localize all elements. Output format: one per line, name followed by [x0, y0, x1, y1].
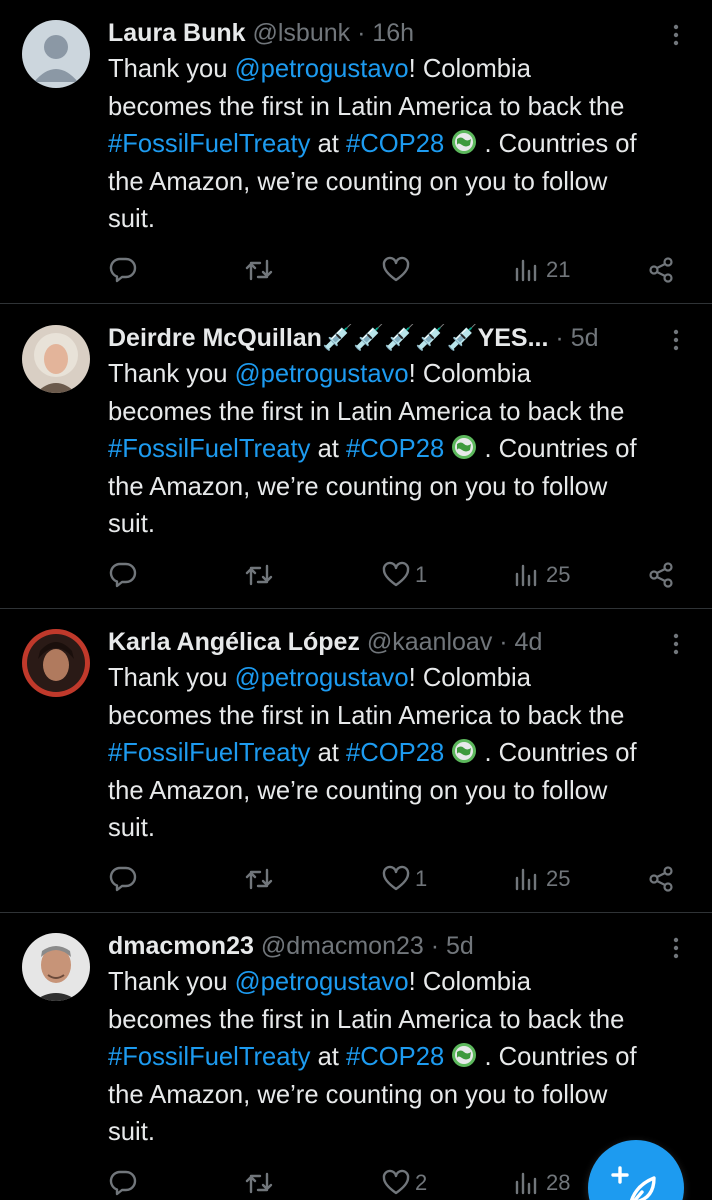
tweet-text: Thank you @petrogustavo! Colombia become… — [108, 55, 637, 233]
views-icon — [515, 1172, 537, 1195]
timestamp[interactable]: 5d — [446, 932, 474, 960]
share-icon — [649, 866, 673, 892]
views-icon — [515, 868, 537, 891]
repost-icon — [245, 868, 273, 890]
timestamp[interactable]: 5d — [571, 324, 599, 352]
display-name[interactable]: Laura Bunk — [108, 19, 246, 47]
reply-icon — [109, 1170, 137, 1196]
more-icon[interactable] — [666, 631, 686, 657]
cop28-globe-icon — [452, 435, 477, 459]
share-button[interactable] — [646, 557, 676, 593]
views-button[interactable]: 21 — [512, 252, 570, 288]
action-bar: 1 25 — [0, 861, 712, 897]
cop28-globe-icon — [452, 739, 477, 763]
more-icon[interactable] — [666, 935, 686, 961]
like-count: 1 — [415, 562, 428, 587]
view-count: 21 — [546, 257, 571, 282]
repost-button[interactable] — [244, 557, 274, 593]
separator: · — [423, 932, 447, 960]
views-button[interactable]: 25 — [512, 861, 570, 897]
mention-link[interactable]: @petrogustavo — [235, 360, 409, 388]
tweet-header: Karla Angélica López @kaanloav · 4d — [108, 626, 642, 658]
reply-button[interactable] — [108, 861, 138, 897]
hashtag-link[interactable]: #FossilFuelTreaty — [108, 130, 310, 158]
avatar[interactable] — [22, 20, 90, 88]
heart-icon — [382, 1169, 410, 1195]
tweet-text: Thank you @petrogustavo! Colombia become… — [108, 968, 637, 1146]
share-icon — [649, 257, 673, 283]
share-icon — [649, 562, 673, 588]
tweet[interactable]: Karla Angélica López @kaanloav · 4d Than… — [0, 609, 712, 913]
reply-button[interactable] — [108, 1165, 138, 1200]
handle[interactable]: @kaanloav — [367, 628, 492, 656]
tweet-text: Thank you @petrogustavo! Colombia become… — [108, 664, 637, 842]
reply-button[interactable] — [108, 557, 138, 593]
separator: · — [350, 19, 373, 47]
avatar[interactable] — [22, 629, 90, 697]
views-button[interactable]: 28 — [512, 1165, 570, 1200]
reply-icon — [109, 562, 137, 588]
handle[interactable]: @lsbunk — [252, 19, 350, 47]
tweet[interactable]: Deirdre McQuillan💉💉💉💉💉YES... · 5d Thank … — [0, 305, 712, 609]
avatar[interactable] — [22, 325, 90, 393]
repost-icon — [245, 564, 273, 586]
hashtag-link[interactable]: #COP28 — [346, 1043, 444, 1071]
separator: · — [555, 324, 571, 352]
display-name[interactable]: Karla Angélica López — [108, 628, 360, 656]
reply-button[interactable] — [108, 252, 138, 288]
views-icon — [515, 259, 537, 282]
mention-link[interactable]: @petrogustavo — [235, 55, 409, 83]
heart-icon — [382, 865, 410, 891]
like-count: 1 — [415, 866, 428, 891]
display-name[interactable]: dmacmon23 — [108, 932, 254, 960]
tweet-header: dmacmon23 @dmacmon23 · 5d — [108, 930, 642, 962]
views-icon — [515, 564, 537, 587]
handle[interactable]: @dmacmon23 — [261, 932, 424, 960]
repost-button[interactable] — [244, 861, 274, 897]
more-icon[interactable] — [666, 22, 686, 48]
cop28-globe-icon — [452, 1043, 477, 1067]
hashtag-link[interactable]: #COP28 — [346, 130, 444, 158]
compose-icon — [611, 1166, 656, 1200]
avatar[interactable] — [22, 933, 90, 1001]
timestamp[interactable]: 16h — [372, 19, 414, 47]
repost-button[interactable] — [244, 1165, 274, 1200]
repost-icon — [245, 259, 273, 281]
mention-link[interactable]: @petrogustavo — [235, 664, 409, 692]
hashtag-link[interactable]: #COP28 — [346, 435, 444, 463]
tweet-header: Deirdre McQuillan💉💉💉💉💉YES... · 5d — [108, 322, 642, 354]
mention-link[interactable]: @petrogustavo — [235, 968, 409, 996]
heart-icon — [382, 256, 410, 282]
share-button[interactable] — [646, 252, 676, 288]
more-icon[interactable] — [666, 327, 686, 353]
share-button[interactable] — [646, 861, 676, 897]
hashtag-link[interactable]: #FossilFuelTreaty — [108, 739, 310, 767]
display-name[interactable]: Deirdre McQuillan💉💉💉💉💉YES... — [108, 324, 548, 352]
like-button[interactable]: 2 — [381, 1165, 427, 1200]
tweet-text: Thank you @petrogustavo! Colombia become… — [108, 360, 637, 538]
like-button[interactable]: 1 — [381, 861, 427, 897]
like-button[interactable] — [381, 252, 415, 288]
repost-button[interactable] — [244, 252, 274, 288]
timestamp[interactable]: 4d — [515, 628, 543, 656]
hashtag-link[interactable]: #FossilFuelTreaty — [108, 435, 310, 463]
tweet-header: Laura Bunk @lsbunk · 16h — [108, 17, 642, 49]
repost-icon — [245, 1172, 273, 1194]
reply-icon — [109, 257, 137, 283]
hashtag-link[interactable]: #FossilFuelTreaty — [108, 1043, 310, 1071]
like-count: 2 — [415, 1170, 428, 1195]
view-count: 25 — [546, 562, 571, 587]
heart-icon — [382, 561, 410, 587]
reply-icon — [109, 866, 137, 892]
action-bar: 1 25 — [0, 557, 712, 593]
tweet[interactable]: Laura Bunk @lsbunk · 16h Thank you @petr… — [0, 0, 712, 304]
views-button[interactable]: 25 — [512, 557, 570, 593]
separator: · — [492, 628, 515, 656]
like-button[interactable]: 1 — [381, 557, 427, 593]
view-count: 25 — [546, 866, 571, 891]
cop28-globe-icon — [452, 130, 477, 154]
view-count: 28 — [546, 1170, 571, 1195]
hashtag-link[interactable]: #COP28 — [346, 739, 444, 767]
action-bar: 21 — [0, 252, 712, 288]
